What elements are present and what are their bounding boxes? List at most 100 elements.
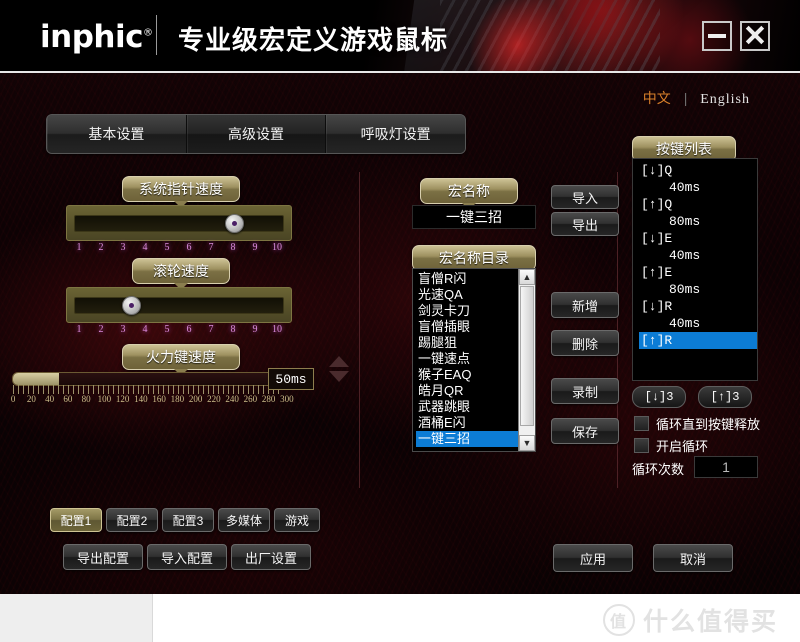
brand-logo: inphic® xyxy=(40,19,153,55)
wheel-speed-caption: 滚轮速度 xyxy=(132,258,230,290)
keylist-row[interactable]: 40ms xyxy=(639,315,757,332)
application-window: inphic® 专业级宏定义游戏鼠标 中文 | English 基本设置 高级设… xyxy=(0,0,800,594)
keylist-row[interactable]: [↑]Q xyxy=(639,196,757,213)
watermark-logo-icon: 值 xyxy=(602,604,635,636)
scale-label: 200 xyxy=(188,394,203,404)
import-config-button[interactable]: 导入配置 xyxy=(147,544,227,570)
tick: 10 xyxy=(272,324,282,335)
list-item[interactable]: 皓月QR xyxy=(416,383,519,399)
language-chinese[interactable]: 中文 xyxy=(643,90,671,106)
profile-3-button[interactable]: 配置3 xyxy=(162,508,214,532)
title-bar: inphic® 专业级宏定义游戏鼠标 xyxy=(0,0,800,73)
export-button[interactable]: 导出 xyxy=(551,212,619,236)
macro-list-caption-text: 宏名称目录 xyxy=(439,250,509,266)
delete-button[interactable]: 删除 xyxy=(551,330,619,356)
scale-label: 0 xyxy=(10,394,16,404)
stepper-down-icon[interactable] xyxy=(329,371,349,382)
keylist-row[interactable]: [↓]Q xyxy=(639,162,757,179)
scale-label: 180 xyxy=(170,394,185,404)
macro-list-items: 盲僧R闪 光速QA 剑灵卡刀 盲僧插眼 踢腿狙 一键速点 猴子EAQ 皓月QR 武器跳眼 酒桶E闪… xyxy=(413,269,519,451)
list-item[interactable]: 剑灵卡刀 xyxy=(416,303,519,319)
list-item[interactable]: 一键速点 xyxy=(416,351,519,367)
stepper-up-icon[interactable] xyxy=(329,356,349,367)
list-item[interactable]: 踢腿狙 xyxy=(416,335,519,351)
minimize-button[interactable] xyxy=(702,21,732,51)
loop-count-label: 循环次数 xyxy=(632,462,685,477)
scale-label: 60 xyxy=(63,394,73,404)
import-button[interactable]: 导入 xyxy=(551,185,619,209)
fire-speed-caption: 火力键速度 xyxy=(122,344,240,376)
scrollbar-thumb[interactable] xyxy=(520,286,534,426)
enable-loop-checkbox[interactable]: 开启循环 xyxy=(634,436,708,455)
scroll-down-icon[interactable]: ▼ xyxy=(519,435,535,451)
list-item[interactable]: 盲僧插眼 xyxy=(416,319,519,335)
tick: 2 xyxy=(98,324,104,335)
enable-loop-label: 开启循环 xyxy=(656,439,709,454)
list-item[interactable]: 盲僧R闪 xyxy=(416,271,519,287)
list-item[interactable]: 猴子EAQ xyxy=(416,367,519,383)
pointer-speed-caption-text: 系统指针速度 xyxy=(139,181,223,197)
wheel-speed-slider[interactable] xyxy=(66,287,292,323)
scale-label: 300 xyxy=(280,394,294,404)
macro-list-scrollbar[interactable]: ▲ ▼ xyxy=(518,269,535,451)
registered-trademark-icon: ® xyxy=(142,27,153,39)
tab-breathing-light-settings[interactable]: 呼吸灯设置 xyxy=(326,115,465,153)
key-down-count: [↓]3 xyxy=(632,386,686,408)
tab-basic-settings[interactable]: 基本设置 xyxy=(47,115,187,153)
fire-speed-value-input[interactable]: 50ms xyxy=(268,368,314,390)
keylist-row[interactable]: 80ms xyxy=(639,281,757,298)
add-button[interactable]: 新增 xyxy=(551,292,619,318)
scale-label: 80 xyxy=(81,394,91,404)
page-title: 专业级宏定义游戏鼠标 xyxy=(178,25,449,55)
macro-name-caption: 宏名称 xyxy=(420,178,518,210)
tick: 4 xyxy=(142,324,148,335)
keylist-row[interactable]: [↓]R xyxy=(639,298,757,315)
tick: 7 xyxy=(208,324,214,335)
scale-label: 220 xyxy=(207,394,221,404)
apply-button[interactable]: 应用 xyxy=(553,544,633,572)
wheel-speed-knob[interactable] xyxy=(122,296,141,315)
keylist-row[interactable]: [↑]R xyxy=(639,332,757,349)
keylist-row[interactable]: [↑]E xyxy=(639,264,757,281)
keylist[interactable]: [↓]Q 40ms [↑]Q 80ms [↓]E 40ms [↑]E 80ms [↓]R 40ms… xyxy=(632,158,758,381)
minimize-icon xyxy=(708,34,726,38)
tick: 5 xyxy=(164,324,170,335)
pointer-speed-knob[interactable] xyxy=(225,214,244,233)
tab-advanced-settings[interactable]: 高级设置 xyxy=(186,115,327,153)
profile-multimedia-button[interactable]: 多媒体 xyxy=(218,508,270,532)
keylist-row[interactable]: [↓]E xyxy=(639,230,757,247)
list-item[interactable]: 光速QA xyxy=(416,287,519,303)
record-button[interactable]: 录制 xyxy=(551,378,619,404)
cancel-button[interactable]: 取消 xyxy=(653,544,733,572)
profile-1-button[interactable]: 配置1 xyxy=(50,508,102,532)
scroll-up-icon[interactable]: ▲ xyxy=(519,269,535,285)
tick: 7 xyxy=(208,242,214,253)
pointer-speed-caption: 系统指针速度 xyxy=(122,176,240,208)
language-english[interactable]: English xyxy=(700,92,750,107)
profile-2-button[interactable]: 配置2 xyxy=(106,508,158,532)
tick: 1 xyxy=(76,242,82,253)
fire-speed-slider[interactable] xyxy=(12,372,284,386)
pointer-speed-slider[interactable] xyxy=(66,205,292,241)
list-item[interactable]: 武器跳眼 xyxy=(416,399,519,415)
macro-list[interactable]: 盲僧R闪 光速QA 剑灵卡刀 盲僧插眼 踢腿狙 一键速点 猴子EAQ 皓月QR 武器跳眼 酒桶E闪… xyxy=(412,268,536,452)
save-button[interactable]: 保存 xyxy=(551,418,619,444)
loop-count-input[interactable]: 1 xyxy=(694,456,758,478)
profile-game-button[interactable]: 游戏 xyxy=(274,508,320,532)
keylist-row[interactable]: 40ms xyxy=(639,247,757,264)
list-item[interactable]: 酒桶E闪 xyxy=(416,415,519,431)
list-item[interactable]: 一键三招 xyxy=(416,431,519,447)
macro-name-input[interactable]: 一键三招 xyxy=(412,205,536,229)
watermark: 值 什么值得买 xyxy=(602,602,778,638)
scale-label: 40 xyxy=(45,394,55,404)
loop-until-release-checkbox[interactable]: 循环直到按键释放 xyxy=(634,414,760,433)
export-config-button[interactable]: 导出配置 xyxy=(63,544,143,570)
fire-speed-scale: 0 20 40 60 80 100 120 140 160 180 200 22… xyxy=(4,394,296,404)
scale-label: 140 xyxy=(134,394,148,404)
keylist-row[interactable]: 40ms xyxy=(639,179,757,196)
factory-reset-button[interactable]: 出厂设置 xyxy=(231,544,311,570)
scale-label: 120 xyxy=(115,394,130,404)
keylist-row[interactable]: 80ms xyxy=(639,213,757,230)
fire-speed-stepper[interactable] xyxy=(329,356,349,382)
close-button[interactable] xyxy=(740,21,770,51)
